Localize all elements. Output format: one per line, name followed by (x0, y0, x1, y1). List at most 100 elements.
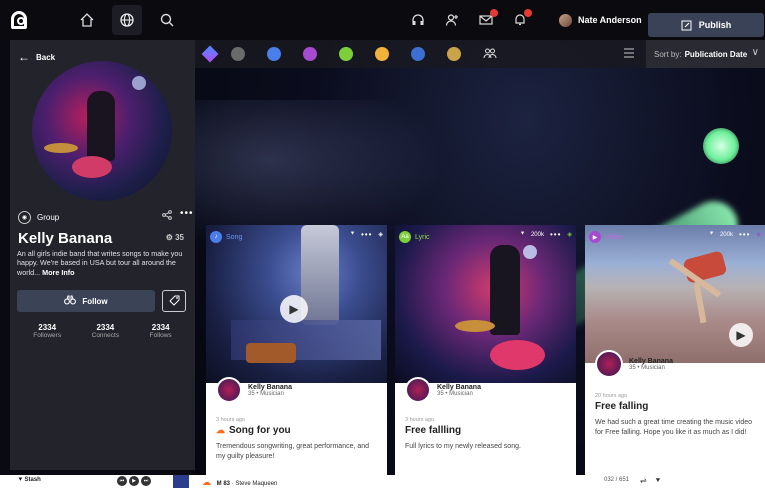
shuffle-icon[interactable]: ⇌ (640, 476, 647, 486)
home-icon[interactable] (72, 5, 102, 35)
stat-number: 2334 (38, 323, 57, 332)
author-role: 35 • Musician (248, 390, 284, 397)
lyric-type-icon: Aa (399, 231, 411, 243)
sort-prefix: Sort by: (654, 49, 682, 59)
previous-icon[interactable]: ⏮ (117, 476, 127, 486)
profile-stats: 2334 Followers 2334 Connects 2334 Follows (10, 323, 195, 339)
author-name: Kelly Banana (248, 383, 292, 391)
pin-icon[interactable]: ⯆ (350, 231, 355, 238)
binoculars-icon (64, 295, 77, 307)
messages-icon[interactable] (473, 7, 499, 33)
card-type: Video (605, 233, 623, 241)
notifications-badge (524, 9, 532, 17)
stash-button[interactable]: ⯆ Stash (18, 477, 41, 484)
video-type-icon: ▶ (589, 231, 601, 243)
feed-card-lyric[interactable]: Aa Lyric ⯆ 200k ••• ◈ Kelly Banana 35 • … (395, 225, 576, 475)
top-right-icons (405, 0, 533, 40)
card-author[interactable]: Kelly Banana 35 • Musician (216, 375, 376, 405)
type-filter-1[interactable] (231, 47, 245, 61)
user-menu[interactable]: Nate Anderson (559, 0, 642, 40)
card-title-row: ☁ Song for you (216, 425, 378, 436)
messages-badge (490, 9, 498, 17)
card-image-figure (490, 245, 520, 335)
play-button[interactable]: ▶ (729, 323, 753, 347)
post-time: 20 hours ago (595, 393, 628, 399)
pin-icon[interactable]: ⯆ (709, 231, 714, 238)
more-info-link[interactable]: More Info (42, 268, 74, 277)
play-button[interactable]: ▶ (280, 295, 308, 323)
group-icon: ◉ (18, 210, 31, 224)
group-filter-icon[interactable] (483, 47, 497, 62)
profile-score-value: 35 (175, 233, 184, 242)
follow-label: Follow (82, 296, 108, 306)
type-filter-3[interactable] (303, 47, 317, 61)
profile-image-drum (72, 156, 112, 178)
card-image-light (523, 245, 537, 259)
play-icon[interactable]: ▶ (129, 476, 139, 486)
profile-type-row: ◉ Group ••• (18, 208, 193, 224)
soundcloud-icon: ☁ (202, 477, 211, 487)
share-icon[interactable] (162, 210, 172, 223)
tag-icon[interactable]: ◈ (567, 231, 572, 238)
search-icon[interactable] (152, 5, 182, 35)
stat-follows[interactable]: 2334 Follows (150, 323, 172, 339)
profile-bio: An all girls indie band that writes song… (17, 249, 193, 277)
avatar (559, 13, 572, 27)
stat-label: Followers (33, 332, 62, 339)
chevron-down-icon: ∨ (751, 47, 759, 58)
tag-icon[interactable]: ◈ (756, 231, 761, 238)
post-time: 3 hours ago (405, 417, 435, 423)
card-title: Song for you (229, 425, 291, 436)
add-user-icon[interactable] (439, 7, 465, 33)
type-filter-7[interactable] (447, 47, 461, 61)
app-logo[interactable] (0, 0, 38, 40)
type-filter-4[interactable] (339, 47, 353, 61)
tag-icon[interactable]: ◈ (378, 231, 383, 238)
more-icon[interactable]: ••• (550, 230, 561, 239)
publish-button[interactable]: Publish (648, 13, 764, 37)
more-icon[interactable]: ••• (739, 230, 750, 239)
notifications-icon[interactable] (507, 7, 533, 33)
author-name: Kelly Banana (629, 357, 673, 365)
type-filter-2[interactable] (267, 47, 281, 61)
card-header: ♪ Song ⯆ ••• ◈ (210, 230, 383, 244)
card-image-pedals (246, 343, 296, 363)
profile-image (32, 61, 172, 201)
stat-connects[interactable]: 2334 Connects (92, 323, 119, 339)
tag-button[interactable] (162, 290, 186, 312)
player-extras: ⇌ ⯆ (640, 476, 661, 486)
stat-number: 2334 (151, 323, 170, 332)
profile-type: Group (37, 212, 60, 222)
pin-icon[interactable]: ⯆ (520, 231, 525, 238)
now-playing: ☁ M 83 · Steve Maqueen (202, 477, 278, 487)
next-icon[interactable]: ⏭ (141, 476, 151, 486)
card-author[interactable]: Kelly Banana 35 • Musician (405, 375, 565, 405)
sort-dropdown[interactable]: Sort by: Publication Date ∨ (646, 40, 765, 68)
type-filters (231, 47, 483, 61)
pin-icon[interactable]: ⯆ (655, 476, 661, 486)
profile-name: Kelly Banana (18, 230, 113, 247)
stat-followers[interactable]: 2334 Followers (33, 323, 61, 339)
post-time: 3 hours ago (216, 417, 246, 423)
filter-all[interactable] (199, 43, 221, 65)
more-icon[interactable]: ••• (361, 230, 372, 239)
globe-icon[interactable] (112, 5, 142, 35)
card-actions: ⯆ 200k ••• ◈ (709, 230, 761, 239)
avatar (405, 377, 431, 403)
type-filter-5[interactable] (375, 47, 389, 61)
stat-label: Follows (149, 332, 172, 339)
type-filter-6[interactable] (411, 47, 425, 61)
headphones-icon[interactable] (405, 7, 431, 33)
follow-button[interactable]: Follow (17, 290, 155, 312)
feed-card-video[interactable]: ▶ ▶ Video ⯆ 200k ••• ◈ Kelly Banana 35 •… (585, 225, 765, 475)
more-icon[interactable]: ••• (180, 208, 194, 219)
pin-count: 200k (719, 231, 733, 238)
card-author[interactable]: Kelly Banana 35 • Musician (595, 349, 755, 379)
arrow-left-icon: ← (18, 50, 30, 64)
feed-card-song[interactable]: ▶ ♪ Song ⯆ ••• ◈ Kelly Banana 35 • Music… (206, 225, 387, 475)
logo-icon (11, 11, 27, 29)
top-bar: Nate Anderson Publish (0, 0, 765, 40)
back-button[interactable]: ← Back (18, 50, 55, 64)
list-view-icon[interactable] (623, 47, 635, 62)
profile-score: ⚙ 35 (165, 233, 184, 242)
